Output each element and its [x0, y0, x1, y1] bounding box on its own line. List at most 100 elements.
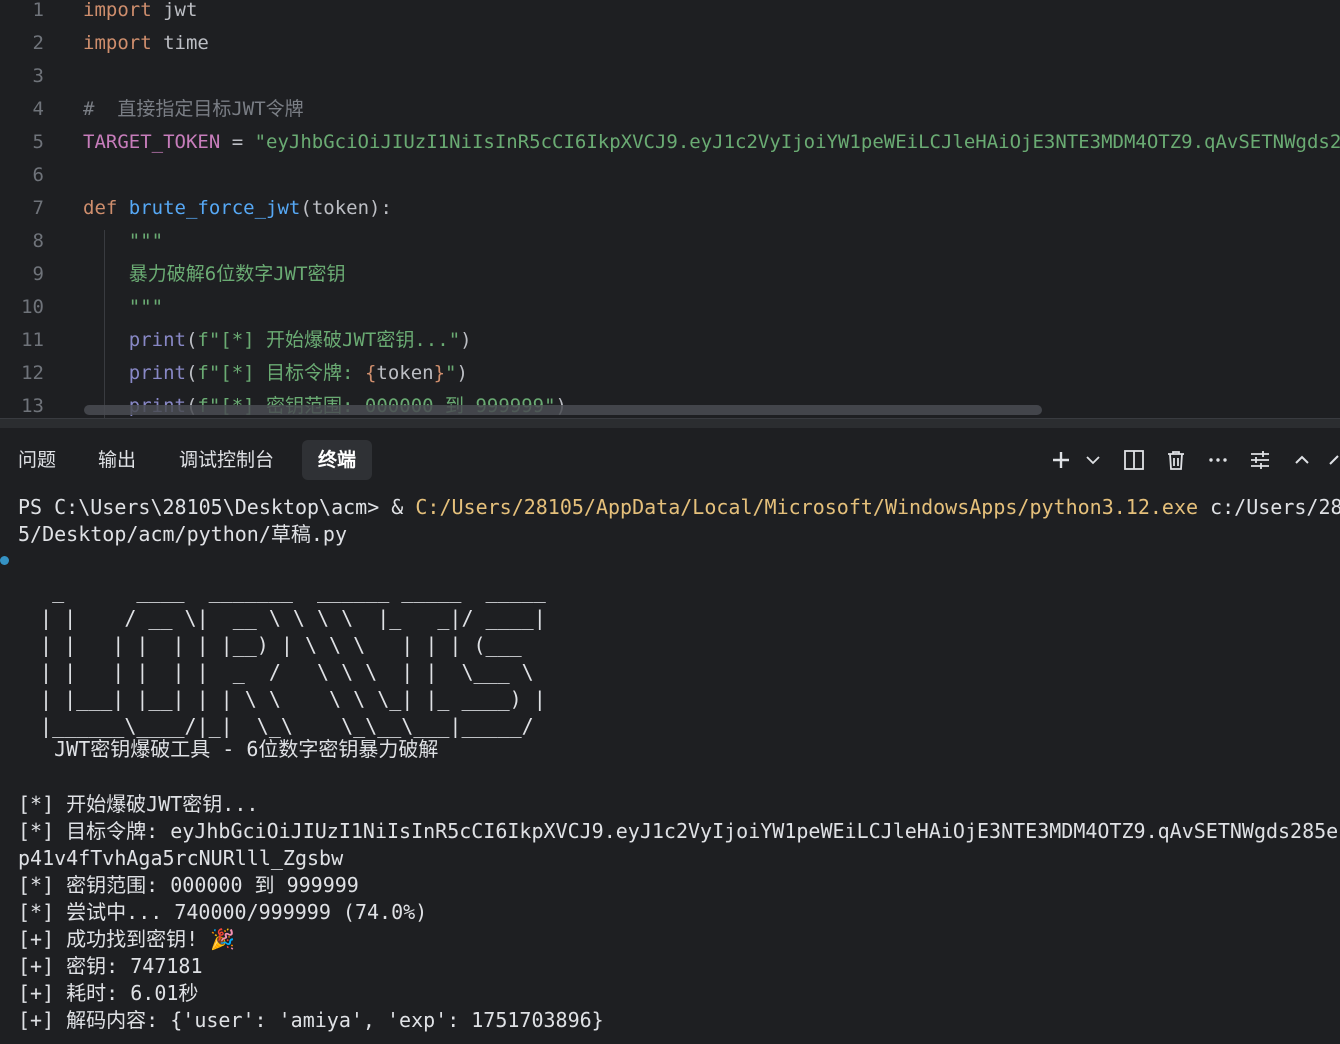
banner-subtitle: JWT密钥爆破工具 - 6位数字密钥暴力破解 — [18, 737, 439, 761]
code-text: import time — [83, 32, 209, 54]
code-token: { — [364, 362, 377, 384]
terminal-output-line: [*] 密钥范围: 000000 到 999999 — [18, 873, 359, 897]
line-number: 3 — [32, 65, 44, 87]
code-token: """ — [83, 230, 164, 252]
close-icon[interactable] — [1328, 447, 1340, 473]
code-text: 暴力破解6位数字JWT密钥 — [83, 263, 346, 285]
code-token: brute_force_jwt — [128, 197, 301, 219]
more-icon[interactable] — [1205, 447, 1231, 473]
code-token: (token): — [300, 197, 392, 219]
tab-terminal[interactable]: 终端 — [302, 440, 373, 480]
line-number: 11 — [21, 329, 44, 351]
code-token: print — [128, 329, 186, 351]
terminal-output-line: [*] 尝试中... 740000/999999 (74.0%) — [18, 900, 428, 924]
code-token: f"[*] 开始爆破JWT密钥..." — [197, 329, 461, 351]
terminal-prompt: PS C:\Users\28105\Desktop\acm> & — [18, 495, 416, 519]
line-number: 7 — [32, 197, 44, 219]
script-path: c:/Users/2810 — [1210, 495, 1340, 519]
line-number: 1 — [32, 0, 44, 21]
code-line[interactable]: 2 import time — [0, 32, 1340, 65]
line-number: 2 — [32, 32, 44, 54]
code-line[interactable]: 5 TARGET_TOKEN = "eyJhbGciOiJIUzI1NiIsInR… — [0, 131, 1340, 164]
code-token: TARGET_TOKEN — [83, 131, 221, 153]
code-line[interactable]: 8 """ — [0, 230, 1340, 263]
code-token: ) — [460, 329, 472, 351]
code-line[interactable]: 10 """ — [0, 296, 1340, 329]
line-number: 9 — [32, 263, 44, 285]
terminal-view[interactable]: PS C:\Users\28105\Desktop\acm> & C:/User… — [0, 490, 1340, 1044]
code-line[interactable]: 9 暴力破解6位数字JWT密钥 — [0, 263, 1340, 296]
panel-tab-bar: 问题 输出 调试控制台 终端 — [0, 428, 1340, 490]
code-token: def — [83, 197, 118, 219]
code-text: """ — [83, 296, 163, 318]
code-text: TARGET_TOKEN = "eyJhbGciOiJIUzI1NiIsInR5… — [83, 131, 1340, 153]
code-line[interactable]: 1 import jwt — [0, 0, 1340, 32]
code-text: import jwt — [83, 0, 197, 21]
code-token: ) — [456, 362, 468, 384]
chevron-down-icon[interactable] — [1080, 447, 1106, 473]
terminal-output-line: [*] 目标令牌: eyJhbGciOiJIUzI1NiIsInR5cCI6Ik… — [18, 819, 1339, 843]
code-token: "eyJhbGciOiJIUzI1NiIsInR5cCI6IkpXVCJ9.ey… — [254, 131, 1340, 153]
terminal-output-line: p41v4fTvhAga5rcNURlll_Zgsbw — [18, 846, 344, 870]
code-text: print(f"[*] 目标令牌: {token}") — [83, 362, 468, 384]
code-text: # 直接指定目标JWT令牌 — [83, 98, 304, 120]
code-editor[interactable]: 1 import jwt 2 import time 3 4 # 直接指定目标JWT令牌 5 T… — [0, 0, 1340, 418]
code-token: time — [163, 32, 209, 54]
settings-icon[interactable] — [1247, 447, 1273, 473]
python-exe-path: C:/Users/28105/AppData/Local/Microsoft/W… — [415, 495, 1199, 519]
terminal-command-continuation: 5/Desktop/acm/python/草稿.py — [18, 522, 347, 546]
terminal-output-line: [+] 密钥: 747181 — [18, 954, 203, 978]
indent-guide — [104, 230, 105, 418]
code-line[interactable]: 12 print(f"[*] 目标令牌: {token}") — [0, 362, 1340, 395]
code-text: print(f"[*] 开始爆破JWT密钥...") — [83, 329, 472, 351]
terminal-output-line: [+] 解码内容: {'user': 'amiya', 'exp': 17517… — [18, 1008, 604, 1032]
code-token: import — [83, 0, 152, 21]
line-number: 8 — [32, 230, 44, 252]
command-decoration-dot[interactable] — [0, 556, 9, 565]
terminal-output-line: [*] 开始爆破JWT密钥... — [18, 792, 259, 816]
code-token: import — [83, 32, 152, 54]
trash-icon[interactable] — [1163, 447, 1189, 473]
line-number: 5 — [32, 131, 44, 153]
code-token: print — [128, 362, 186, 384]
code-text: def brute_force_jwt(token): — [83, 197, 392, 219]
panel-resize-handle[interactable] — [0, 418, 1340, 428]
line-number: 13 — [21, 395, 44, 417]
tab-output[interactable]: 输出 — [82, 440, 152, 480]
split-icon[interactable] — [1121, 447, 1147, 473]
code-text: """ — [83, 230, 163, 252]
line-number: 10 — [21, 296, 44, 318]
tab-problems[interactable]: 问题 — [2, 440, 72, 480]
terminal-output-line: [+] 耗时: 6.01秒 — [18, 981, 199, 1005]
terminal-output-line: [+] 成功找到密钥! 🎉 — [18, 927, 236, 951]
tab-debug-console[interactable]: 调试控制台 — [163, 440, 290, 480]
plus-icon[interactable] — [1048, 447, 1074, 473]
code-token: 暴力破解6位数字JWT密钥 — [83, 263, 346, 285]
code-token: token — [376, 362, 434, 384]
code-token: # 直接指定目标JWT令牌 — [83, 98, 304, 120]
code-token: ( — [185, 362, 198, 384]
terminal-command-line: PS C:\Users\28105\Desktop\acm> & C:/User… — [18, 494, 1340, 521]
line-number: 4 — [32, 98, 44, 120]
code-token: } — [433, 362, 446, 384]
ascii-art-banner: _ ____ _______ ______ _____ _____ | | / … — [40, 579, 546, 738]
code-token: " — [445, 362, 457, 384]
line-number: 12 — [21, 362, 44, 384]
chevron-up-icon[interactable] — [1289, 447, 1315, 473]
code-line[interactable]: 6 — [0, 164, 1340, 197]
code-line[interactable]: 11 print(f"[*] 开始爆破JWT密钥...") — [0, 329, 1340, 362]
code-line[interactable]: 4 # 直接指定目标JWT令牌 — [0, 98, 1340, 131]
code-line[interactable]: 3 — [0, 65, 1340, 98]
horizontal-scrollbar[interactable] — [84, 405, 1042, 415]
code-token: f"[*] 目标令牌: — [197, 362, 365, 384]
code-token: = — [220, 131, 255, 153]
code-token: """ — [83, 296, 164, 318]
code-line[interactable]: 7 def brute_force_jwt(token): — [0, 197, 1340, 230]
code-token: ( — [185, 329, 198, 351]
line-number: 6 — [32, 164, 44, 186]
